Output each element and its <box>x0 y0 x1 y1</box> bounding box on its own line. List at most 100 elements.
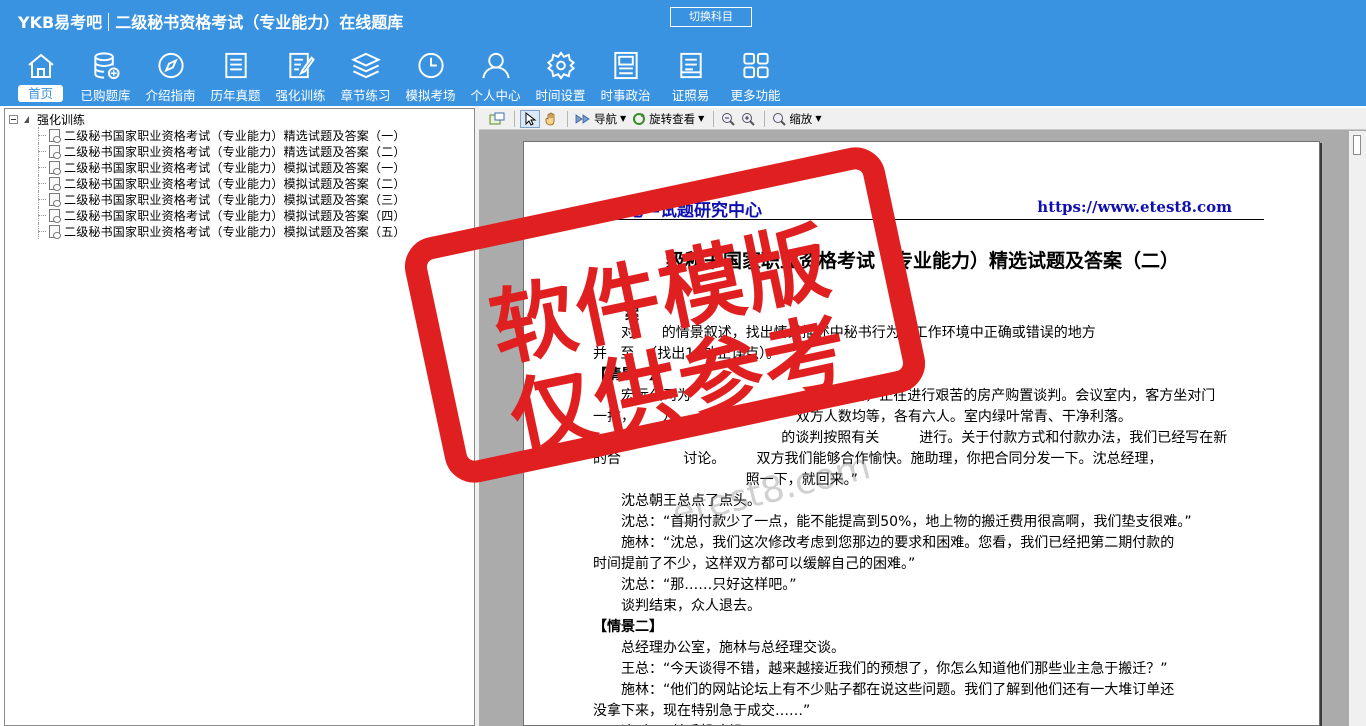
zoom-out-icon <box>722 112 736 126</box>
document-title: 级秘书国家职业资格考试（专业能力）精选试题及答案（二） <box>665 250 1179 272</box>
tree-item[interactable]: 二级秘书国家职业资格考试（专业能力）精选试题及答案（二） <box>5 143 406 159</box>
tree-connector <box>38 167 46 168</box>
nav-item-label: 首页 <box>17 85 63 102</box>
nav-item-gear[interactable]: 时间设置 <box>528 48 593 104</box>
collapse-icon[interactable] <box>9 114 18 124</box>
tree-item[interactable]: 二级秘书国家职业资格考试（专业能力）模拟试题及答案（五） <box>5 223 406 239</box>
app-title: 二级秘书资格考试（专业能力）在线题库 <box>115 13 404 32</box>
nav-item-label: 强化训练 <box>275 88 326 103</box>
nav-item-home[interactable]: 首页 <box>8 48 73 104</box>
folder-open-icon <box>24 115 29 123</box>
document-paragraph: 没拿下来，现在特别急于成交……” <box>593 703 811 719</box>
zoom-label: 缩放 <box>789 111 813 126</box>
dropdown-caret-icon: ▼ <box>698 114 705 123</box>
toolbar-separator <box>567 110 568 127</box>
tree-connector <box>38 151 46 152</box>
nav-item-clock[interactable]: 模拟考场 <box>398 48 463 104</box>
document-icon <box>49 224 61 239</box>
nav-item-edit-document[interactable]: 强化训练 <box>268 48 333 104</box>
zoom-in-icon <box>742 112 756 126</box>
document-paragraph: 时间提前了不少，这样双方都可以缓解自己的困难。” <box>593 556 916 572</box>
list-document-icon <box>224 52 247 79</box>
clock-icon <box>417 52 444 79</box>
app-window: YKB易考吧 二级秘书资格考试（专业能力）在线题库 切换科目 首页 已购题库 介绍指南… <box>0 0 1366 726</box>
select-tool-button[interactable] <box>520 109 540 128</box>
document-paragraph: 的谈判按照有关 进行。关于付款方式和付款办法，我们已经写在新 <box>621 430 1228 446</box>
viewer-toolbar: 导航 ▼ 旋转查看 ▼ 缩放 ▼ <box>479 108 1366 130</box>
document-paragraph: 沈总朝王总点了点头。 <box>621 493 761 509</box>
document-paragraph: 施林：“他们的网站论坛上有不少贴子都在说这些问题。我们了解到他们还有一大堆订单还 <box>621 682 1175 698</box>
tree-item[interactable]: 二级秘书国家职业资格考试（专业能力）模拟试题及答案（二） <box>5 175 406 191</box>
dropdown-caret-icon: ▼ <box>815 114 822 123</box>
document-paragraph: 并 至 （找出10处正误点）。 <box>593 346 781 362</box>
main-nav: 首页 已购题库 介绍指南 历年真题 强化训练 章节练习 模拟考场 个人中心 时间设置 时事政治 证照… <box>8 48 788 104</box>
nav-item-compass[interactable]: 介绍指南 <box>138 48 203 104</box>
news-icon <box>613 51 638 80</box>
toolbar-separator <box>713 110 715 127</box>
vertical-scrollbar[interactable] <box>1349 131 1366 726</box>
nav-item-grid[interactable]: 更多功能 <box>723 48 788 104</box>
document-paragraph: 施林：“沈总，我们这次修改考虑到您那边的要求和困难。您看，我们已经把第二期付款的 <box>621 535 1175 551</box>
app-header: YKB易考吧 二级秘书资格考试（专业能力）在线题库 切换科目 首页 已购题库 介绍指南… <box>0 0 1366 106</box>
document-icon <box>49 144 61 159</box>
document-subheading: 【情景二】 <box>593 619 663 635</box>
nav-item-list-document[interactable]: 历年真题 <box>203 48 268 104</box>
tree-item[interactable]: 二级秘书国家职业资格考试（专业能力）模拟试题及答案（一） <box>5 159 406 175</box>
nav-item-label: 历年真题 <box>210 88 261 103</box>
zoom-in-button[interactable] <box>739 110 757 128</box>
tree-item[interactable]: 二级秘书国家职业资格考试（专业能力）模拟试题及答案（四） <box>5 207 406 223</box>
document-body: 对 的情景叙述，找出情景描述中秘书行为及工作环境中正确或错误的地方并 至 （找出… <box>593 323 1268 725</box>
tree-item[interactable]: 二级秘书国家职业资格考试（专业能力）模拟试题及答案（三） <box>5 191 406 207</box>
hand-tool-button[interactable] <box>542 110 560 128</box>
toolbar-separator <box>514 110 515 127</box>
document-icon <box>49 208 61 223</box>
navigate-button[interactable]: 导航 ▼ <box>573 110 628 128</box>
layers-icon <box>350 52 381 79</box>
document-org: 易考吧—试题研究中心 <box>592 201 762 221</box>
nav-item-certificate[interactable]: 证照易 <box>658 48 723 104</box>
nav-item-label: 证照易 <box>671 88 710 103</box>
document-paragraph: 照一下，就回来。” <box>621 472 858 488</box>
document-url[interactable]: https://www.etest8.com <box>1037 198 1232 216</box>
nav-item-database[interactable]: 已购题库 <box>73 48 138 104</box>
nav-item-layers[interactable]: 章节练习 <box>333 48 398 104</box>
navigate-label: 导航 <box>594 111 617 126</box>
tree-root-label: 强化训练 <box>37 112 86 127</box>
document-icon <box>49 128 61 143</box>
snapshot-button[interactable] <box>487 110 507 128</box>
database-icon <box>93 52 120 80</box>
document-paragraph: 一排， 方 双方人数均等，各有六人。室内绿叶常青、干净利落。 <box>593 409 1132 425</box>
rotate-view-button[interactable]: 旋转查看 ▼ <box>630 110 706 128</box>
document-paragraph: 王总：“今天谈得不错，越来越接近我们的预想了，你怎么知道他们那些业主急于搬迁？” <box>621 661 1168 677</box>
brand-logo-text: YKB易考吧 <box>18 13 103 32</box>
tree-root-node[interactable]: 强化训练 <box>9 111 85 127</box>
tree-item-label: 二级秘书国家职业资格考试（专业能力）模拟试题及答案（三） <box>64 192 406 207</box>
document-page: 易考吧—试题研究中心 https://www.etest8.com 级秘书国家职… <box>523 141 1320 726</box>
rotate-view-label: 旋转查看 <box>649 111 696 126</box>
tree-connector <box>38 135 46 136</box>
tree-connector <box>38 231 46 232</box>
cursor-icon <box>525 111 537 126</box>
document-subheading: 【情景一】 <box>593 367 663 383</box>
switch-subject-button[interactable]: 切换科目 <box>670 7 752 27</box>
document-icon <box>49 176 61 191</box>
tree-item[interactable]: 二级秘书国家职业资格考试（专业能力）精选试题及答案（一） <box>5 127 406 143</box>
nav-item-user[interactable]: 个人中心 <box>463 48 528 104</box>
document-paragraph: 沈总：“那……只好这样吧。” <box>621 577 797 593</box>
document-header: 易考吧—试题研究中心 https://www.etest8.com <box>591 194 1264 221</box>
tree-item-label: 二级秘书国家职业资格考试（专业能力）模拟试题及答案（四） <box>64 208 406 223</box>
nav-item-label: 模拟考场 <box>405 88 456 103</box>
snapshot-icon <box>489 112 505 124</box>
tree-connector <box>38 199 46 200</box>
app-brand: YKB易考吧 二级秘书资格考试（专业能力）在线题库 <box>18 9 403 33</box>
nav-item-news[interactable]: 时事政治 <box>593 48 658 104</box>
compass-icon <box>157 52 184 79</box>
tree-connector <box>38 215 46 216</box>
document-paragraph: 总经理办公室，施林与总经理交谈。 <box>621 640 845 656</box>
scrollbar-thumb[interactable] <box>1353 135 1361 155</box>
document-paragraph: 谈判结束，众人退去。 <box>621 598 761 614</box>
document-paragraph: 这时， 林手机响起。 <box>593 722 1268 725</box>
zoom-out-button[interactable] <box>719 110 737 128</box>
tree-item-label: 二级秘书国家职业资格考试（专业能力）模拟试题及答案（二） <box>64 176 406 191</box>
zoom-menu-button[interactable]: 缩放 ▼ <box>770 110 823 128</box>
